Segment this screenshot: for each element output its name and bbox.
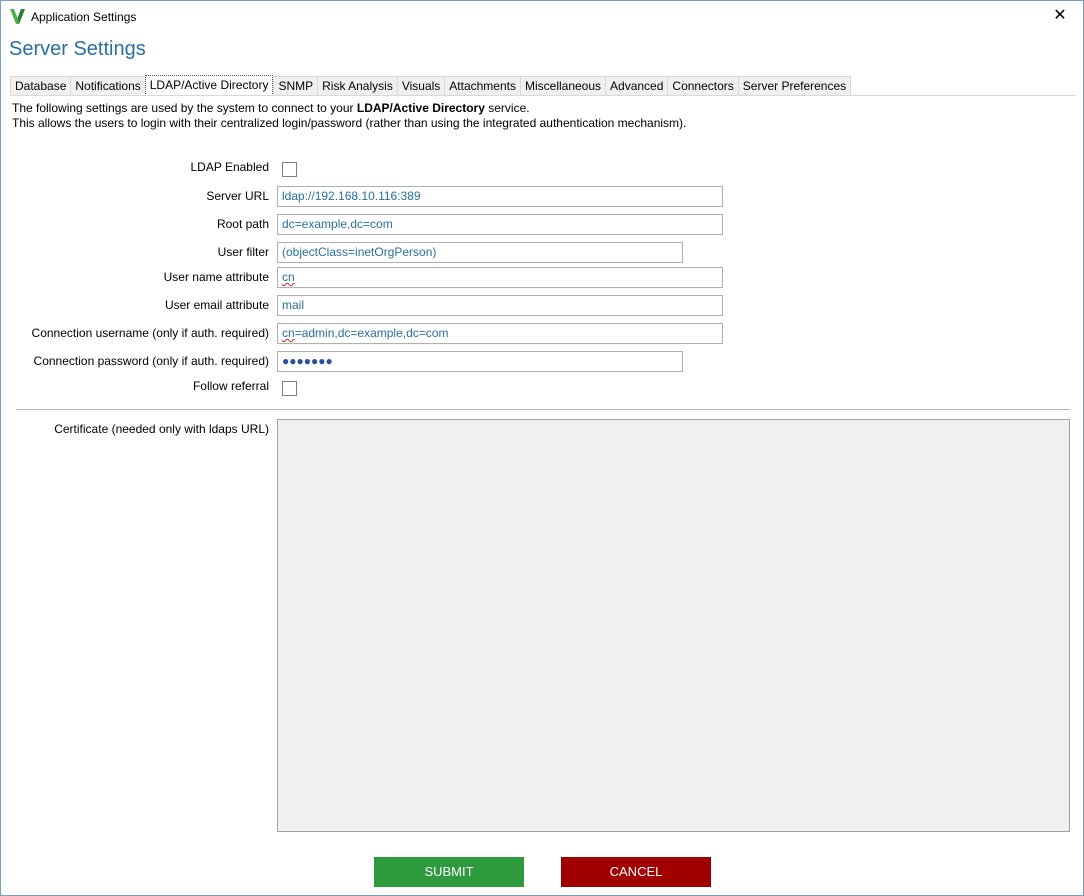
connection-username-input[interactable]: cn=admin,dc=example,dc=com (277, 323, 723, 344)
description-prefix: The following settings are used by the s… (12, 101, 357, 115)
tab-strip-border (10, 95, 1076, 96)
tab-visuals[interactable]: Visuals (396, 76, 445, 96)
window-title: Application Settings (31, 10, 137, 24)
cancel-button[interactable]: CANCEL (561, 857, 711, 887)
user-name-attribute-label: User name attribute (163, 270, 269, 284)
certificate-textarea[interactable] (277, 419, 1070, 832)
user-email-attribute-label: User email attribute (164, 298, 269, 312)
connection-username-label: Connection username (only if auth. requi… (31, 326, 269, 340)
certificate-label: Certificate (needed only with ldaps URL) (54, 422, 269, 436)
application-settings-window: Application Settings ✕ Server Settings D… (0, 0, 1084, 896)
description-line-1: The following settings are used by the s… (12, 101, 686, 116)
tab-ldap-active-directory[interactable]: LDAP/Active Directory (144, 75, 274, 96)
ldap-enabled-checkbox[interactable] (282, 162, 297, 177)
description-suffix: service. (484, 101, 530, 115)
user-filter-input[interactable]: (objectClass=inetOrgPerson) (277, 242, 683, 263)
title-bar: Application Settings ✕ (1, 1, 1083, 32)
submit-button[interactable]: SUBMIT (374, 857, 524, 887)
root-path-input[interactable]: dc=example,dc=com (277, 214, 723, 235)
password-mask: ●●●●●●● (282, 354, 333, 368)
connection-password-label: Connection password (only if auth. requi… (33, 354, 269, 368)
tab-connectors[interactable]: Connectors (667, 76, 738, 96)
close-icon[interactable]: ✕ (1037, 1, 1083, 32)
page-title: Server Settings (9, 38, 146, 60)
server-url-label: Server URL (206, 189, 269, 203)
tab-risk-analysis[interactable]: Risk Analysis (317, 76, 397, 96)
user-email-attribute-input[interactable]: mail (277, 295, 723, 316)
description-line-2: This allows the users to login with thei… (12, 116, 687, 130)
connection-username-rest: =admin,dc=example,dc=com (294, 326, 449, 340)
user-name-attribute-input[interactable]: cn (277, 267, 723, 288)
ldap-description: The following settings are used by the s… (12, 101, 686, 131)
user-name-attribute-value: cn (282, 270, 295, 284)
user-filter-label: User filter (217, 245, 269, 259)
tab-database[interactable]: Database (10, 76, 71, 96)
ldap-enabled-label: LDAP Enabled (190, 160, 269, 174)
server-url-input[interactable]: ldap://192.168.10.116:389 (277, 186, 723, 207)
tab-notifications[interactable]: Notifications (70, 76, 145, 96)
follow-referral-checkbox[interactable] (282, 381, 297, 396)
follow-referral-label: Follow referral (192, 379, 269, 393)
section-divider (16, 409, 1070, 410)
settings-tabs: Database Notifications LDAP/Active Direc… (10, 75, 852, 96)
tab-snmp[interactable]: SNMP (273, 76, 318, 96)
tab-attachments[interactable]: Attachments (444, 76, 520, 96)
tab-server-preferences[interactable]: Server Preferences (737, 76, 852, 96)
app-logo-icon (10, 9, 25, 24)
description-bold: LDAP/Active Directory (356, 101, 485, 115)
connection-password-input[interactable]: ●●●●●●● (277, 351, 683, 372)
connection-username-prefix: cn (282, 326, 295, 340)
tab-advanced[interactable]: Advanced (605, 76, 668, 96)
tab-miscellaneous[interactable]: Miscellaneous (519, 76, 606, 96)
root-path-label: Root path (216, 217, 269, 231)
